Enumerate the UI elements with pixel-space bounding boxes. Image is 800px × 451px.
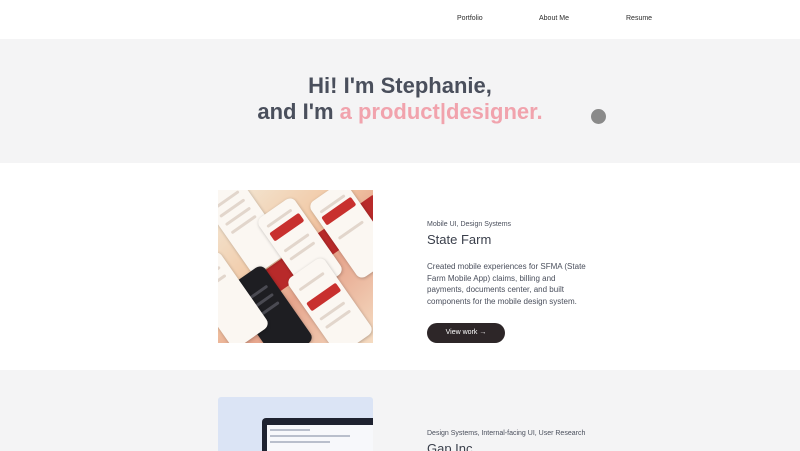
project-description: Created mobile experiences for SFMA (Sta…	[427, 262, 586, 306]
hero-tagline-accent: a product|designer.	[339, 99, 543, 124]
hero-tagline-prefix: and I'm	[257, 99, 340, 124]
hero-greeting: Hi! I'm Stephanie,	[308, 73, 492, 98]
hero-tagline: and I'm a product|designer.	[0, 99, 800, 125]
view-work-button[interactable]: View work →	[427, 323, 505, 343]
nav-about-me[interactable]: About Me	[539, 15, 569, 22]
project-tags: Design Systems, Internal-facing UI, User…	[427, 430, 586, 437]
project-title: State Farm	[427, 232, 492, 247]
project-card-gap-inc: Design Systems, Internal-facing UI, User…	[0, 370, 800, 451]
cursor-indicator	[591, 109, 606, 124]
thumbnail-laptop-screen	[262, 418, 373, 451]
nav-resume[interactable]: Resume	[626, 15, 652, 22]
project-card-state-farm: Mobile UI, Design Systems State Farm Cre…	[0, 163, 800, 370]
top-nav: Portfolio About Me Resume	[0, 0, 800, 39]
project-title: Gap Inc	[427, 441, 473, 451]
project-thumbnail-gap-inc[interactable]	[218, 397, 373, 451]
project-thumbnail-state-farm[interactable]	[218, 190, 373, 343]
hero-section: Hi! I'm Stephanie, and I'm a product|des…	[0, 39, 800, 163]
project-tags: Mobile UI, Design Systems	[427, 221, 512, 228]
nav-portfolio[interactable]: Portfolio	[457, 15, 483, 22]
